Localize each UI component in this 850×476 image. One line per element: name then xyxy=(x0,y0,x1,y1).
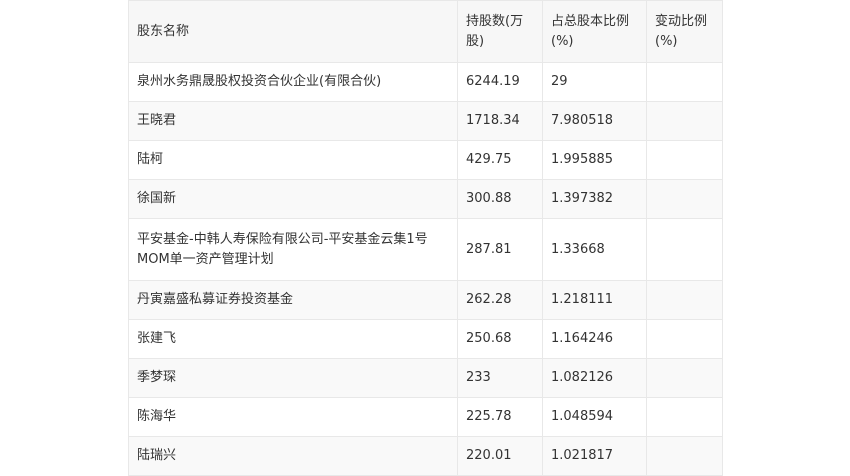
cell-share-ratio: 1.33668 xyxy=(542,218,647,281)
cell-shares-held: 225.78 xyxy=(457,397,543,437)
table-row: 张建飞 250.68 1.164246 xyxy=(128,319,723,359)
cell-shares-held: 220.01 xyxy=(457,436,543,476)
cell-shareholder-name: 王晓君 xyxy=(128,101,458,141)
cell-change-ratio xyxy=(646,319,723,359)
cell-shares-held: 287.81 xyxy=(457,218,543,281)
cell-change-ratio xyxy=(646,62,723,102)
cell-shares-held: 429.75 xyxy=(457,140,543,180)
header-change-ratio: 变动比例(%) xyxy=(646,0,723,63)
cell-shareholder-name: 陆柯 xyxy=(128,140,458,180)
shareholder-table: 股东名称 持股数(万股) 占总股本比例(%) 变动比例(%) 泉州水务鼎晟股权投… xyxy=(128,0,723,476)
table-body: 泉州水务鼎晟股权投资合伙企业(有限合伙) 6244.19 29 王晓君 1718… xyxy=(128,62,723,476)
cell-change-ratio xyxy=(646,140,723,180)
cell-share-ratio: 1.048594 xyxy=(542,397,647,437)
table-row: 陆瑞兴 220.01 1.021817 xyxy=(128,436,723,476)
table-row: 丹寅嘉盛私募证券投资基金 262.28 1.218111 xyxy=(128,280,723,320)
header-row: 股东名称 持股数(万股) 占总股本比例(%) 变动比例(%) xyxy=(128,0,723,63)
cell-share-ratio: 1.021817 xyxy=(542,436,647,476)
cell-share-ratio: 1.397382 xyxy=(542,179,647,219)
cell-share-ratio: 1.082126 xyxy=(542,358,647,398)
header-share-ratio: 占总股本比例(%) xyxy=(542,0,647,63)
cell-share-ratio: 1.995885 xyxy=(542,140,647,180)
table-row: 季梦琛 233 1.082126 xyxy=(128,358,723,398)
table-row: 王晓君 1718.34 7.980518 xyxy=(128,101,723,141)
cell-share-ratio: 1.218111 xyxy=(542,280,647,320)
cell-share-ratio: 1.164246 xyxy=(542,319,647,359)
cell-change-ratio xyxy=(646,218,723,281)
cell-shares-held: 233 xyxy=(457,358,543,398)
cell-share-ratio: 7.980518 xyxy=(542,101,647,141)
cell-change-ratio xyxy=(646,179,723,219)
cell-shareholder-name: 平安基金-中韩人寿保险有限公司-平安基金云集1号MOM单一资产管理计划 xyxy=(128,218,458,281)
table-row: 徐国新 300.88 1.397382 xyxy=(128,179,723,219)
table-row: 泉州水务鼎晟股权投资合伙企业(有限合伙) 6244.19 29 xyxy=(128,62,723,102)
cell-shareholder-name: 陆瑞兴 xyxy=(128,436,458,476)
cell-shares-held: 250.68 xyxy=(457,319,543,359)
cell-shareholder-name: 徐国新 xyxy=(128,179,458,219)
cell-change-ratio xyxy=(646,436,723,476)
header-shares-held: 持股数(万股) xyxy=(457,0,543,63)
shareholder-table-container: 股东名称 持股数(万股) 占总股本比例(%) 变动比例(%) 泉州水务鼎晟股权投… xyxy=(128,0,723,476)
cell-change-ratio xyxy=(646,280,723,320)
cell-shareholder-name: 张建飞 xyxy=(128,319,458,359)
cell-share-ratio: 29 xyxy=(542,62,647,102)
header-shareholder-name: 股东名称 xyxy=(128,0,458,63)
table-row: 陆柯 429.75 1.995885 xyxy=(128,140,723,180)
cell-shares-held: 300.88 xyxy=(457,179,543,219)
cell-shareholder-name: 泉州水务鼎晟股权投资合伙企业(有限合伙) xyxy=(128,62,458,102)
cell-shareholder-name: 陈海华 xyxy=(128,397,458,437)
table-row: 平安基金-中韩人寿保险有限公司-平安基金云集1号MOM单一资产管理计划 287.… xyxy=(128,218,723,281)
cell-shares-held: 6244.19 xyxy=(457,62,543,102)
cell-shares-held: 262.28 xyxy=(457,280,543,320)
cell-shares-held: 1718.34 xyxy=(457,101,543,141)
table-row: 陈海华 225.78 1.048594 xyxy=(128,397,723,437)
cell-change-ratio xyxy=(646,397,723,437)
cell-change-ratio xyxy=(646,101,723,141)
cell-shareholder-name: 丹寅嘉盛私募证券投资基金 xyxy=(128,280,458,320)
table-header: 股东名称 持股数(万股) 占总股本比例(%) 变动比例(%) xyxy=(128,0,723,63)
cell-change-ratio xyxy=(646,358,723,398)
cell-shareholder-name: 季梦琛 xyxy=(128,358,458,398)
